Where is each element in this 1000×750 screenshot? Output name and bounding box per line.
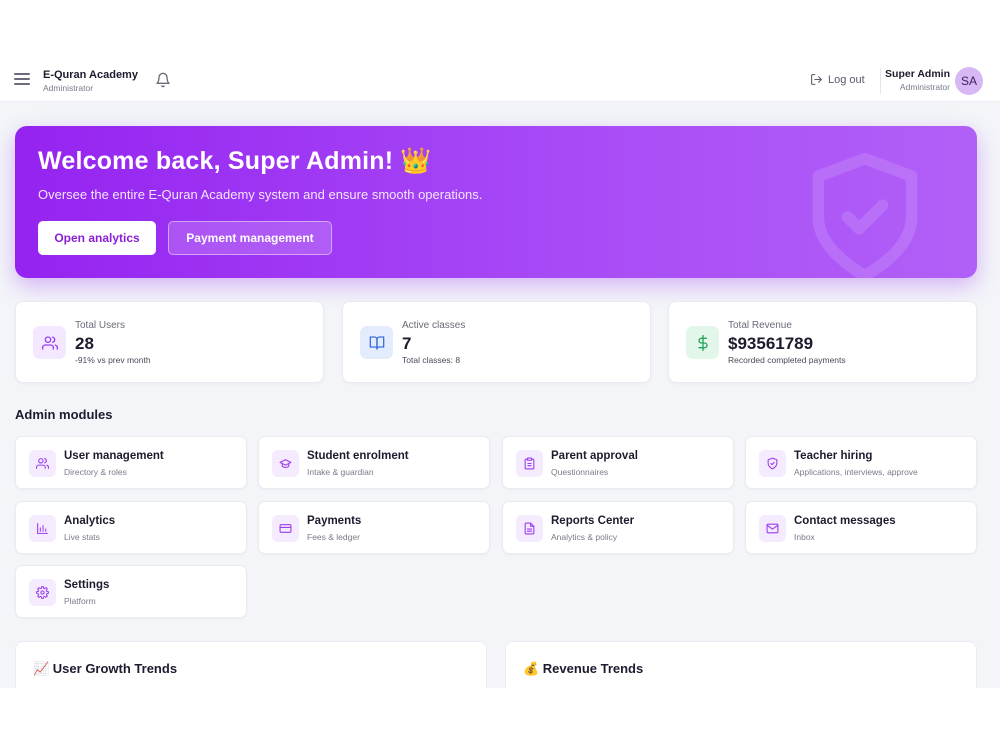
gear-icon bbox=[29, 579, 56, 606]
welcome-title: Welcome back, Super Admin! 👑 bbox=[38, 147, 432, 175]
stat-card-active-classes: Active classes 7 Total classes: 8 bbox=[342, 301, 651, 383]
module-subtitle: Inbox bbox=[794, 532, 815, 542]
module-title: User management bbox=[64, 450, 164, 462]
module-contact-messages[interactable]: Contact messages Inbox bbox=[745, 501, 977, 554]
stat-label: Total Users bbox=[75, 320, 126, 331]
dollar-icon bbox=[686, 326, 719, 359]
app-frame: E-Quran Academy Administrator Log out Su… bbox=[0, 60, 1000, 688]
stat-card-total-revenue: Total Revenue $93561789 Recorded complet… bbox=[668, 301, 977, 383]
module-subtitle: Live stats bbox=[64, 532, 100, 542]
module-title: Student enrolment bbox=[307, 450, 409, 462]
module-settings[interactable]: Settings Platform bbox=[15, 565, 247, 618]
bar-chart-icon bbox=[29, 515, 56, 542]
module-subtitle: Analytics & policy bbox=[551, 532, 618, 542]
module-parent-approval[interactable]: Parent approval Questionnaires bbox=[502, 436, 734, 489]
module-user-management[interactable]: User management Directory & roles bbox=[15, 436, 247, 489]
module-subtitle: Intake & guardian bbox=[307, 467, 374, 477]
module-title: Teacher hiring bbox=[794, 450, 873, 462]
stat-card-total-users: Total Users 28 -91% vs prev month bbox=[15, 301, 324, 383]
module-title: Payments bbox=[307, 515, 362, 527]
module-reports-center[interactable]: Reports Center Analytics & policy bbox=[502, 501, 734, 554]
file-text-icon bbox=[516, 515, 543, 542]
user-info: Super Admin Administrator bbox=[885, 68, 950, 92]
stat-note: -91% vs prev month bbox=[75, 355, 151, 365]
graduation-cap-icon bbox=[272, 450, 299, 477]
user-growth-title: 📈 User Growth Trends bbox=[33, 661, 178, 676]
users-icon bbox=[33, 326, 66, 359]
module-subtitle: Applications, interviews, approve bbox=[794, 467, 918, 477]
stat-value: 7 bbox=[402, 334, 412, 353]
module-title: Settings bbox=[64, 579, 110, 591]
module-title: Contact messages bbox=[794, 515, 896, 527]
revenue-trends-title: 💰 Revenue Trends bbox=[523, 661, 644, 676]
module-subtitle: Directory & roles bbox=[64, 467, 127, 477]
welcome-subtitle: Oversee the entire E-Quran Academy syste… bbox=[38, 187, 483, 202]
stat-note: Total classes: 8 bbox=[402, 355, 461, 365]
module-payments[interactable]: Payments Fees & ledger bbox=[258, 501, 490, 554]
module-title: Analytics bbox=[64, 515, 116, 527]
stat-label: Total Revenue bbox=[728, 320, 792, 331]
module-subtitle: Questionnaires bbox=[551, 467, 609, 477]
avatar[interactable]: SA bbox=[955, 67, 983, 95]
mail-icon bbox=[759, 515, 786, 542]
module-title: Parent approval bbox=[551, 450, 638, 462]
brand: E-Quran Academy Administrator bbox=[43, 69, 138, 93]
stat-value: 28 bbox=[75, 334, 94, 353]
credit-card-icon bbox=[272, 515, 299, 542]
stat-label: Active classes bbox=[402, 320, 466, 331]
shield-check-icon bbox=[759, 450, 786, 477]
brand-subtitle: Administrator bbox=[43, 83, 94, 93]
stat-note: Recorded completed payments bbox=[728, 355, 846, 365]
module-teacher-hiring[interactable]: Teacher hiring Applications, interviews,… bbox=[745, 436, 977, 489]
module-analytics[interactable]: Analytics Live stats bbox=[15, 501, 247, 554]
shield-check-icon bbox=[812, 152, 918, 278]
module-subtitle: Fees & ledger bbox=[307, 532, 360, 542]
menu-icon[interactable] bbox=[14, 73, 30, 87]
logout-label: Log out bbox=[828, 73, 865, 86]
header-divider bbox=[880, 68, 881, 94]
bell-icon[interactable] bbox=[155, 72, 171, 88]
logout-icon bbox=[811, 74, 822, 85]
welcome-banner: Welcome back, Super Admin! 👑 Oversee the… bbox=[15, 126, 977, 278]
module-title: Reports Center bbox=[551, 515, 635, 527]
admin-modules-title: Admin modules bbox=[15, 407, 113, 422]
logout-button[interactable]: Log out bbox=[810, 73, 865, 86]
module-student-enrolment[interactable]: Student enrolment Intake & guardian bbox=[258, 436, 490, 489]
stat-value: $93561789 bbox=[728, 334, 814, 353]
open-analytics-button[interactable]: Open analytics bbox=[38, 221, 156, 255]
user-role: Administrator bbox=[899, 82, 950, 92]
brand-title: E-Quran Academy bbox=[43, 69, 138, 81]
payment-management-button[interactable]: Payment management bbox=[168, 221, 332, 255]
top-bar: E-Quran Academy Administrator Log out Su… bbox=[0, 60, 1000, 102]
module-subtitle: Platform bbox=[64, 596, 96, 606]
user-growth-card: 📈 User Growth Trends bbox=[15, 641, 487, 688]
revenue-trends-card: 💰 Revenue Trends bbox=[505, 641, 977, 688]
book-open-icon bbox=[360, 326, 393, 359]
users-icon bbox=[29, 450, 56, 477]
clipboard-icon bbox=[516, 450, 543, 477]
user-name: Super Admin bbox=[885, 68, 950, 80]
